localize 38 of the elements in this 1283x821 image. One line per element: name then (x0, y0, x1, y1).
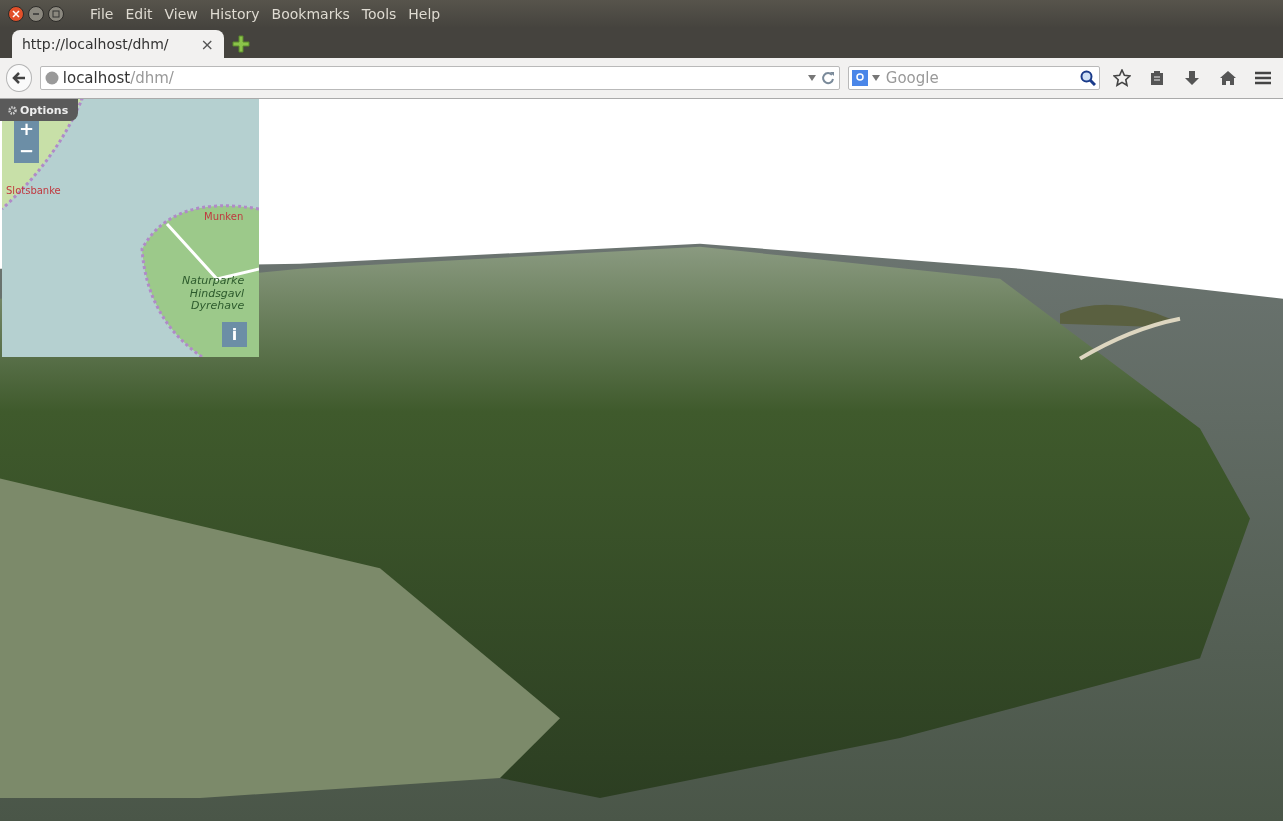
new-tab-icon[interactable] (232, 35, 250, 53)
menu-item[interactable]: Help (408, 6, 441, 22)
map-label: Slotsbanke (6, 185, 61, 197)
map-label: Munken (204, 211, 244, 223)
tab-close-button[interactable]: × (200, 34, 214, 54)
url-host: localhost (62, 69, 131, 87)
menu-icon (1254, 70, 1273, 86)
dropdown-icon[interactable] (871, 75, 880, 81)
address-bar[interactable]: localhost/dhm/ (39, 66, 840, 90)
home-icon (1218, 70, 1237, 86)
star-icon (1112, 69, 1131, 87)
map-label: Naturparke Hindsgavl Dyrehave (182, 275, 245, 313)
minimize-icon[interactable] (28, 6, 44, 22)
search-icon[interactable] (1079, 70, 1096, 86)
globe-icon (44, 71, 59, 85)
clipboard-icon (1148, 70, 1165, 86)
gear-icon (8, 105, 17, 115)
menu-item[interactable]: Tools (361, 6, 397, 22)
back-arrow-icon (10, 70, 27, 86)
maximize-icon[interactable] (48, 6, 64, 22)
search-field[interactable]: Google (847, 66, 1100, 90)
search-engine-icon[interactable] (851, 70, 868, 86)
menu-item[interactable]: History (209, 6, 260, 22)
zoom-out-button[interactable]: − (14, 139, 39, 163)
menu-item[interactable]: Edit (125, 6, 153, 22)
reload-icon[interactable] (820, 71, 835, 85)
info-button[interactable]: i (222, 322, 247, 347)
dropdown-icon[interactable] (806, 74, 817, 82)
tab-title: http://localhost/dhm/ (22, 36, 169, 52)
menu-item[interactable]: File (90, 6, 114, 22)
down-arrow-icon (1184, 70, 1201, 86)
options-button[interactable]: Options (0, 99, 79, 121)
back-button[interactable] (6, 64, 32, 92)
url-path: /dhm/ (130, 69, 174, 87)
close-icon[interactable] (8, 6, 24, 22)
menu-item[interactable]: Bookmarks (271, 6, 350, 22)
menu-item[interactable]: View (164, 6, 198, 22)
browser-tab[interactable]: http://localhost/dhm/ × (12, 30, 224, 58)
